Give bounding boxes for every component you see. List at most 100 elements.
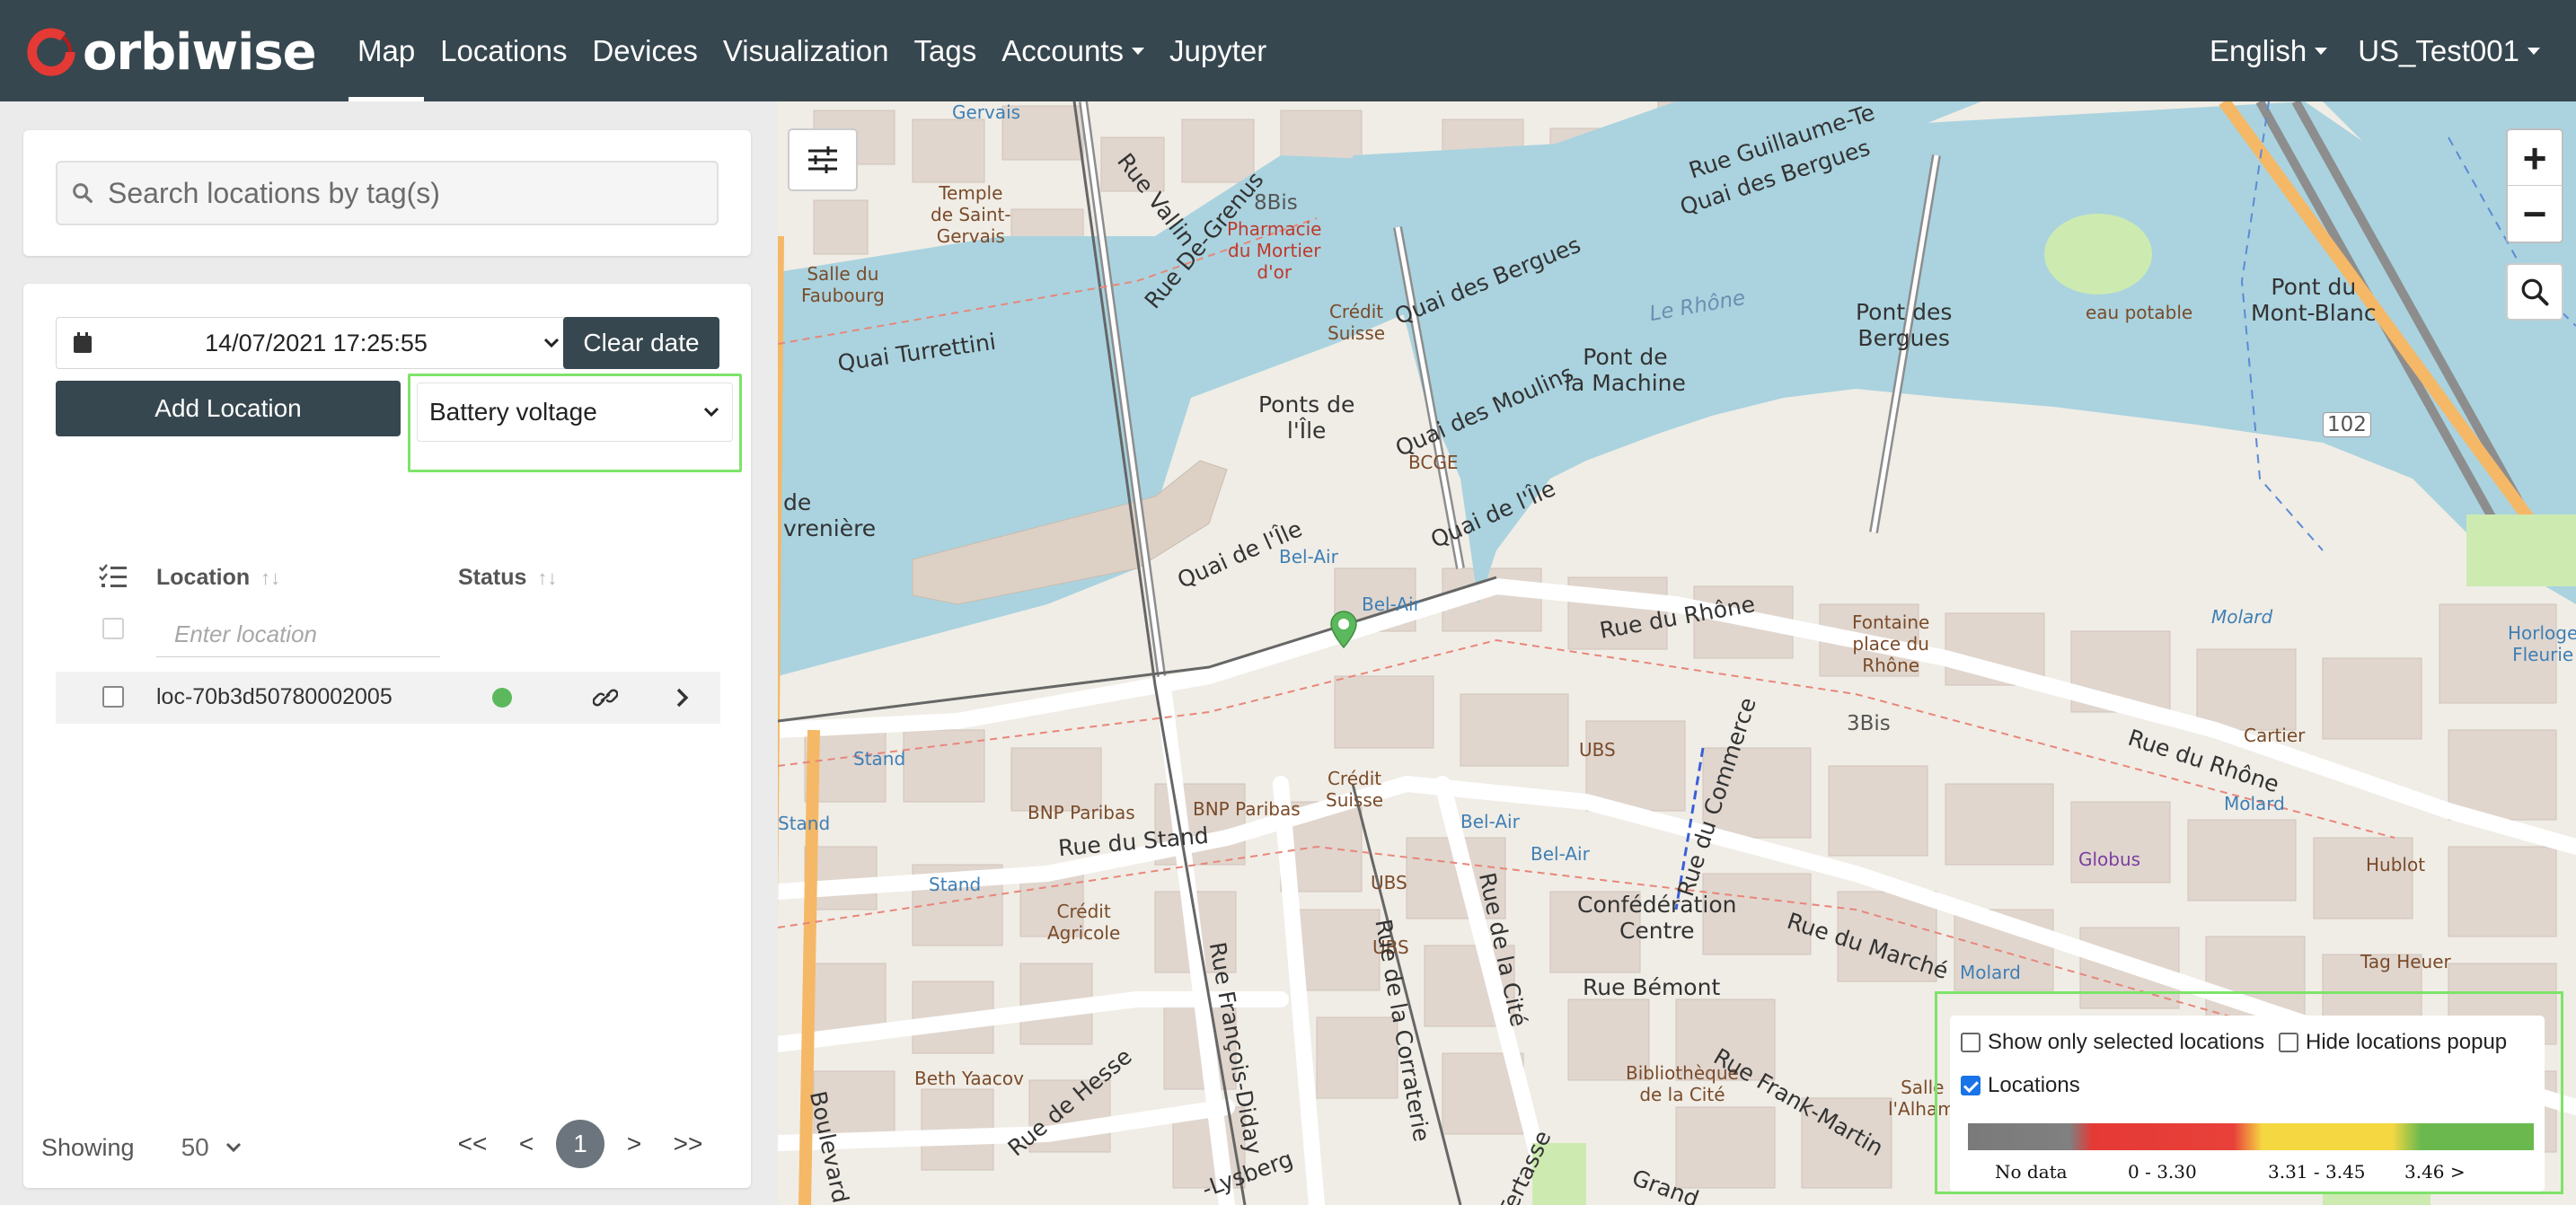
map-settings-button[interactable] (788, 128, 858, 191)
map-label: Gervais (952, 101, 1021, 123)
page-last[interactable]: >> (661, 1130, 715, 1158)
show-only-selected-checkbox[interactable] (1961, 1033, 1981, 1052)
table-row[interactable]: loc-70b3d50780002005 (56, 672, 720, 724)
nav-accounts[interactable]: Accounts (989, 0, 1157, 101)
user-label: US_Test001 (2358, 33, 2519, 67)
clear-date-button[interactable]: Clear date (563, 317, 719, 369)
page-prev[interactable]: < (499, 1130, 553, 1158)
map-label: Molard (2224, 793, 2285, 814)
show-only-selected-label: Show only selected locations (1988, 1030, 2265, 1054)
search-card (23, 130, 751, 256)
map-label: 3Bis (1847, 712, 1891, 735)
chevron-down-icon (1132, 47, 1144, 55)
status-indicator (492, 688, 512, 708)
metric-select-highlight: Battery voltage (408, 374, 742, 472)
date-picker[interactable]: 14/07/2021 17:25:55 (56, 317, 577, 369)
map-label: BNP Paribas (1028, 802, 1135, 823)
column-status-label: Status (458, 565, 527, 590)
zoom-control: + − (2506, 128, 2563, 243)
table-filter-row (56, 612, 720, 661)
showing-label: Showing (41, 1133, 135, 1161)
select-all-checkbox[interactable] (102, 618, 124, 639)
language-dropdown[interactable]: English (2209, 0, 2328, 101)
brand-logo[interactable]: orbiwise (25, 22, 317, 82)
nav-map[interactable]: Map (345, 0, 428, 101)
map-label: Ponts de l'Île (1258, 391, 1355, 444)
page-next[interactable]: > (607, 1130, 661, 1158)
nav-devices[interactable]: Devices (579, 0, 710, 101)
page-first[interactable]: << (446, 1130, 499, 1158)
chevron-down-icon (2527, 47, 2540, 55)
scale-label-high: 3.46 > (2404, 1161, 2466, 1183)
map-label: Crédit Suisse (1326, 768, 1384, 811)
zoom-in-button[interactable]: + (2508, 130, 2562, 186)
map-label: Temple de Saint- Gervais (931, 182, 1011, 247)
map-label: BCGE (1408, 452, 1459, 473)
map-label: Horloge Fleurie (2508, 622, 2576, 665)
hide-popup-checkbox[interactable] (2279, 1033, 2298, 1052)
map-label: Hublot (2366, 854, 2426, 875)
locations-layer-label: Locations (1988, 1073, 2080, 1097)
row-checkbox[interactable] (102, 686, 124, 708)
nav-visualization[interactable]: Visualization (710, 0, 902, 101)
map-label: Confédération Centre (1577, 892, 1737, 944)
map-label: Bel-Air (1531, 843, 1590, 865)
map-legend: Show only selected locations Hide locati… (1950, 1016, 2545, 1192)
scale-label-no-data: No data (1995, 1161, 2068, 1183)
legend-highlight: Show only selected locations Hide locati… (1935, 991, 2563, 1194)
nav-jupyter[interactable]: Jupyter (1157, 0, 1279, 101)
map-label: Beth Yaacov (914, 1068, 1024, 1089)
chevron-down-icon[interactable] (225, 1142, 242, 1153)
brand-name: orbiwise (83, 22, 317, 82)
chevron-down-icon (2315, 47, 2328, 55)
page-current[interactable]: 1 (556, 1120, 604, 1168)
column-location[interactable]: Location ↑↓ (156, 565, 280, 591)
map-label: Stand (778, 813, 831, 834)
language-label: English (2209, 33, 2307, 67)
chevron-down-icon (543, 338, 560, 348)
column-status[interactable]: Status ↑↓ (458, 565, 557, 591)
nav-tags[interactable]: Tags (902, 0, 990, 101)
locations-layer-checkbox[interactable] (1961, 1076, 1981, 1095)
search-icon (2521, 278, 2549, 306)
chevron-right-icon[interactable] (675, 687, 690, 708)
map-label: Pharmacie du Mortier d'or (1227, 218, 1322, 283)
metric-select[interactable]: Battery voltage (417, 383, 733, 442)
list-check-icon[interactable] (99, 563, 128, 590)
map-label: Globus (2078, 849, 2141, 870)
top-navbar: orbiwise Map Locations Devices Visualiza… (0, 0, 2576, 101)
map-label: 102 (2323, 412, 2371, 437)
map-label: Molard (2211, 606, 2273, 628)
chevron-down-icon (703, 407, 719, 418)
link-icon[interactable] (593, 686, 618, 709)
location-name[interactable]: loc-70b3d50780002005 (156, 684, 393, 710)
page-size-select[interactable]: 50 (181, 1133, 209, 1162)
map-label: Stand (853, 748, 906, 770)
hide-popup-label: Hide locations popup (2306, 1030, 2508, 1054)
show-only-selected-option[interactable]: Show only selected locations (1961, 1030, 2264, 1055)
scale-label-low: 0 - 3.30 (2128, 1161, 2197, 1183)
search-box[interactable] (56, 161, 719, 225)
page-size-control: Showing 50 (41, 1133, 242, 1162)
table-header: Location ↑↓ Status ↑↓ (56, 558, 720, 597)
search-input[interactable] (108, 176, 683, 210)
column-location-label: Location (156, 565, 251, 590)
user-dropdown[interactable]: US_Test001 (2358, 0, 2540, 101)
map-label: eau potable (2086, 302, 2193, 323)
map-search-button[interactable] (2506, 263, 2563, 321)
map-label: BNP Paribas (1193, 798, 1301, 820)
date-value: 14/07/2021 17:25:55 (205, 329, 428, 356)
map-label: Bel-Air (1460, 811, 1520, 832)
map-label: Fontaine place du Rhône (1852, 611, 1930, 676)
metric-select-value: Battery voltage (429, 398, 597, 426)
map-label: Crédit Agricole (1047, 901, 1121, 944)
map-label: Tag Heuer (2360, 951, 2451, 972)
location-filter-input[interactable] (156, 612, 440, 657)
map-label: Bel-Air (1362, 594, 1421, 615)
zoom-out-button[interactable]: − (2508, 186, 2562, 242)
hide-popup-option[interactable]: Hide locations popup (2279, 1030, 2507, 1055)
add-location-button[interactable]: Add Location (56, 381, 401, 436)
nav-locations[interactable]: Locations (428, 0, 579, 101)
locations-card: 14/07/2021 17:25:55 Clear date Add Locat… (23, 284, 751, 1188)
locations-layer-option[interactable]: Locations (1961, 1073, 2080, 1098)
